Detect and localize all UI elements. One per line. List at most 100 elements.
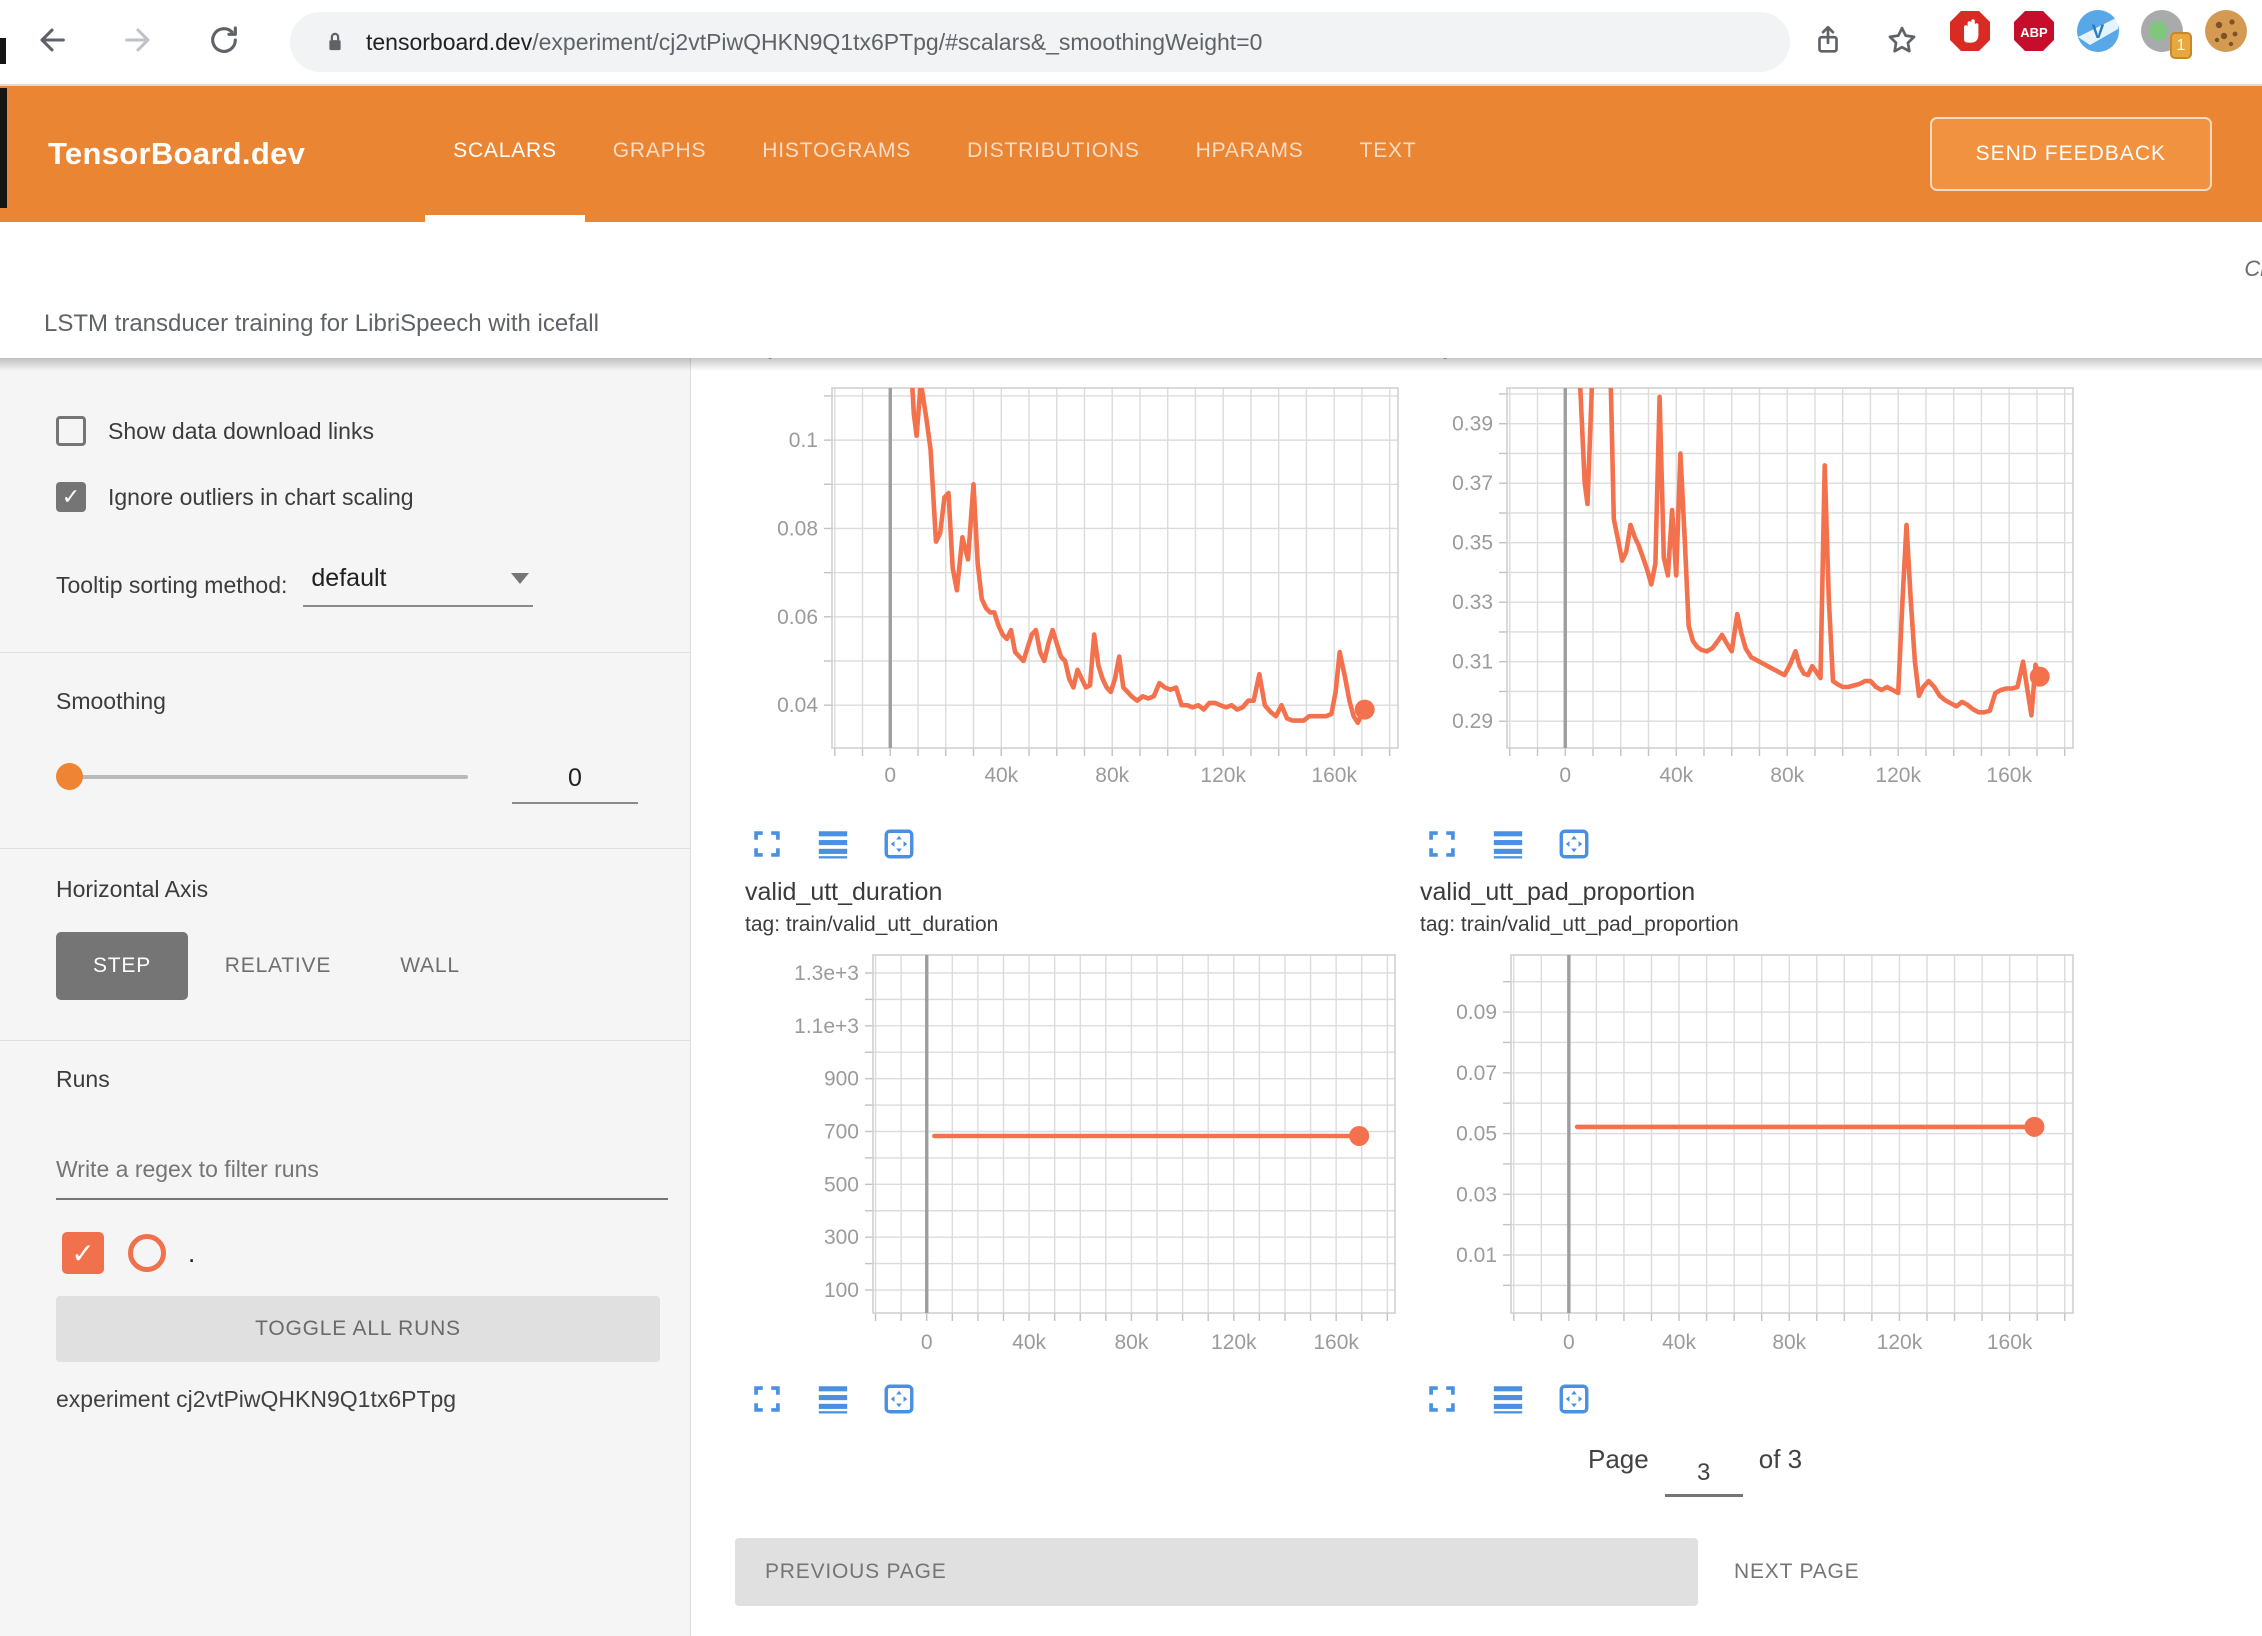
svg-text:500: 500 bbox=[824, 1173, 859, 1196]
fit-domain-icon[interactable] bbox=[1554, 824, 1594, 864]
cookie-extension-icon[interactable] bbox=[2204, 9, 2248, 53]
scalar-chart[interactable]: 0.290.310.330.350.370.39040k80k120k160k bbox=[1410, 358, 2080, 798]
horizontal-axis-label: Horizontal Axis bbox=[56, 876, 208, 903]
chevron-down-icon bbox=[511, 573, 529, 584]
ignore-outliers-checkbox[interactable]: ✓ Ignore outliers in chart scaling bbox=[56, 482, 414, 512]
forward-icon[interactable] bbox=[110, 12, 166, 68]
tab-hparams[interactable]: HPARAMS bbox=[1168, 86, 1332, 222]
svg-text:0.09: 0.09 bbox=[1456, 1001, 1497, 1024]
svg-text:900: 900 bbox=[824, 1068, 859, 1091]
axis-step-button[interactable]: STEP bbox=[56, 932, 188, 1000]
chart-card-top-right: tag: train/… 0.290.310.330.350.370.39040… bbox=[1410, 358, 2080, 864]
chart-tag: tag: train/valid_utt_duration bbox=[745, 913, 1405, 937]
page-of-label: of 3 bbox=[1759, 1444, 1802, 1475]
data-table-icon[interactable] bbox=[1488, 824, 1528, 864]
background-window-sliver bbox=[0, 88, 7, 208]
chart-card-valid-utt-duration: valid_utt_duration tag: train/valid_utt_… bbox=[735, 878, 1405, 1419]
svg-text:0.07: 0.07 bbox=[1456, 1062, 1497, 1085]
run-color-swatch[interactable] bbox=[128, 1234, 166, 1272]
send-feedback-button[interactable]: SEND FEEDBACK bbox=[1930, 117, 2212, 191]
run-checkbox[interactable]: ✓ bbox=[62, 1232, 104, 1274]
fit-domain-icon[interactable] bbox=[879, 1379, 919, 1419]
svg-text:120k: 120k bbox=[1211, 1331, 1257, 1354]
show-download-links-checkbox[interactable]: Show data download links bbox=[56, 416, 374, 446]
divider bbox=[0, 1040, 691, 1041]
tab-text[interactable]: TEXT bbox=[1332, 86, 1445, 222]
expand-icon[interactable] bbox=[1422, 824, 1462, 864]
svg-text:0.01: 0.01 bbox=[1456, 1244, 1497, 1267]
reload-icon[interactable] bbox=[196, 12, 252, 68]
tab-scalars[interactable]: SCALARS bbox=[425, 86, 585, 222]
smoothing-slider[interactable] bbox=[56, 758, 496, 794]
fit-domain-icon[interactable] bbox=[879, 824, 919, 864]
page-label: Page bbox=[1588, 1444, 1649, 1475]
next-page-button[interactable]: NEXT PAGE bbox=[1728, 1538, 1865, 1606]
main-nav: SCALARS GRAPHS HISTOGRAMS DISTRIBUTIONS … bbox=[425, 86, 1444, 222]
svg-text:0.29: 0.29 bbox=[1452, 710, 1493, 733]
background-window-sliver bbox=[0, 38, 6, 64]
data-table-icon[interactable] bbox=[813, 824, 853, 864]
slider-track[interactable] bbox=[64, 775, 468, 779]
tab-histograms[interactable]: HISTOGRAMS bbox=[734, 86, 939, 222]
svg-text:700: 700 bbox=[824, 1120, 859, 1143]
content: Show data download links ✓ Ignore outlie… bbox=[0, 358, 2262, 1636]
tab-graphs[interactable]: GRAPHS bbox=[585, 86, 735, 222]
svg-text:0.03: 0.03 bbox=[1456, 1183, 1497, 1206]
expand-icon[interactable] bbox=[747, 1379, 787, 1419]
tooltip-sorting-row: Tooltip sorting method: default bbox=[56, 564, 533, 607]
runs-label: Runs bbox=[56, 1066, 110, 1093]
data-table-icon[interactable] bbox=[1488, 1379, 1528, 1419]
url-path: /experiment/cj2vtPiwQHKN9Q1tx6PTpg/#scal… bbox=[532, 29, 1262, 55]
expand-icon[interactable] bbox=[1422, 1379, 1462, 1419]
experiment-subheader: Crea LSTM transducer training for LibriS… bbox=[0, 222, 2262, 358]
data-table-icon[interactable] bbox=[813, 1379, 853, 1419]
fit-domain-icon[interactable] bbox=[1554, 1379, 1594, 1419]
runs-filter-input[interactable] bbox=[56, 1140, 668, 1200]
url-domain: tensorboard.dev bbox=[366, 29, 532, 55]
axis-relative-button[interactable]: RELATIVE bbox=[212, 932, 344, 1000]
experiment-caption: experiment cj2vtPiwQHKN9Q1tx6PTpg bbox=[56, 1386, 456, 1413]
svg-text:0.35: 0.35 bbox=[1452, 532, 1493, 555]
charts-panel: tag: train/… 0.040.060.080.1040k80k120k1… bbox=[692, 358, 2262, 1636]
svg-text:160k: 160k bbox=[1311, 764, 1357, 787]
abp-extension-icon[interactable]: ABP bbox=[2012, 9, 2056, 53]
svg-text:120k: 120k bbox=[1200, 764, 1246, 787]
v-extension-icon[interactable]: V bbox=[2076, 9, 2120, 53]
chart-tag-clipped: tag: train/… bbox=[747, 358, 856, 360]
settings-sidebar: Show data download links ✓ Ignore outlie… bbox=[0, 358, 691, 1636]
screen: tensorboard.dev/experiment/cj2vtPiwQHKN9… bbox=[0, 0, 2262, 1636]
page-number-input[interactable] bbox=[1665, 1452, 1743, 1497]
share-icon[interactable] bbox=[1800, 12, 1856, 68]
experiment-title: LSTM transducer training for LibriSpeech… bbox=[44, 310, 599, 338]
bookmark-star-icon[interactable] bbox=[1874, 12, 1930, 68]
chart-title: valid_utt_pad_proportion bbox=[1420, 878, 2080, 907]
scalar-chart[interactable]: 1003005007009001.1e+31.3e+3040k80k120k16… bbox=[735, 945, 1405, 1365]
chart-card-top-left: tag: train/… 0.040.060.080.1040k80k120k1… bbox=[735, 358, 1405, 864]
slider-thumb[interactable] bbox=[56, 763, 83, 790]
svg-text:80k: 80k bbox=[1115, 1331, 1149, 1354]
scalar-chart[interactable]: 0.040.060.080.1040k80k120k160k bbox=[735, 358, 1405, 798]
address-bar[interactable]: tensorboard.dev/experiment/cj2vtPiwQHKN9… bbox=[290, 12, 1790, 72]
divider bbox=[0, 848, 691, 849]
lock-icon bbox=[320, 27, 350, 57]
tooltip-sorting-select[interactable]: default bbox=[303, 564, 533, 607]
checkbox-unchecked-icon[interactable] bbox=[56, 416, 86, 446]
svg-text:80k: 80k bbox=[1770, 764, 1804, 787]
svg-text:40k: 40k bbox=[1662, 1331, 1696, 1354]
svg-text:0.37: 0.37 bbox=[1452, 472, 1493, 495]
extension-badge: 1 bbox=[2170, 32, 2192, 59]
expand-icon[interactable] bbox=[747, 824, 787, 864]
status-extension-icon[interactable]: 1 bbox=[2140, 9, 2184, 53]
tab-distributions[interactable]: DISTRIBUTIONS bbox=[939, 86, 1168, 222]
checkbox-checked-icon[interactable]: ✓ bbox=[56, 482, 86, 512]
svg-text:0.39: 0.39 bbox=[1452, 413, 1493, 436]
smoothing-value-input[interactable] bbox=[512, 754, 638, 804]
back-icon[interactable] bbox=[24, 12, 80, 68]
axis-wall-button[interactable]: WALL bbox=[380, 932, 480, 1000]
svg-text:0.04: 0.04 bbox=[777, 694, 818, 717]
previous-page-button[interactable]: PREVIOUS PAGE bbox=[735, 1538, 1698, 1606]
svg-text:0.06: 0.06 bbox=[777, 606, 818, 629]
toggle-all-runs-button[interactable]: TOGGLE ALL RUNS bbox=[56, 1296, 660, 1362]
stop-hand-extension-icon[interactable] bbox=[1948, 9, 1992, 53]
scalar-chart[interactable]: 0.010.030.050.070.09040k80k120k160k bbox=[1410, 945, 2080, 1365]
